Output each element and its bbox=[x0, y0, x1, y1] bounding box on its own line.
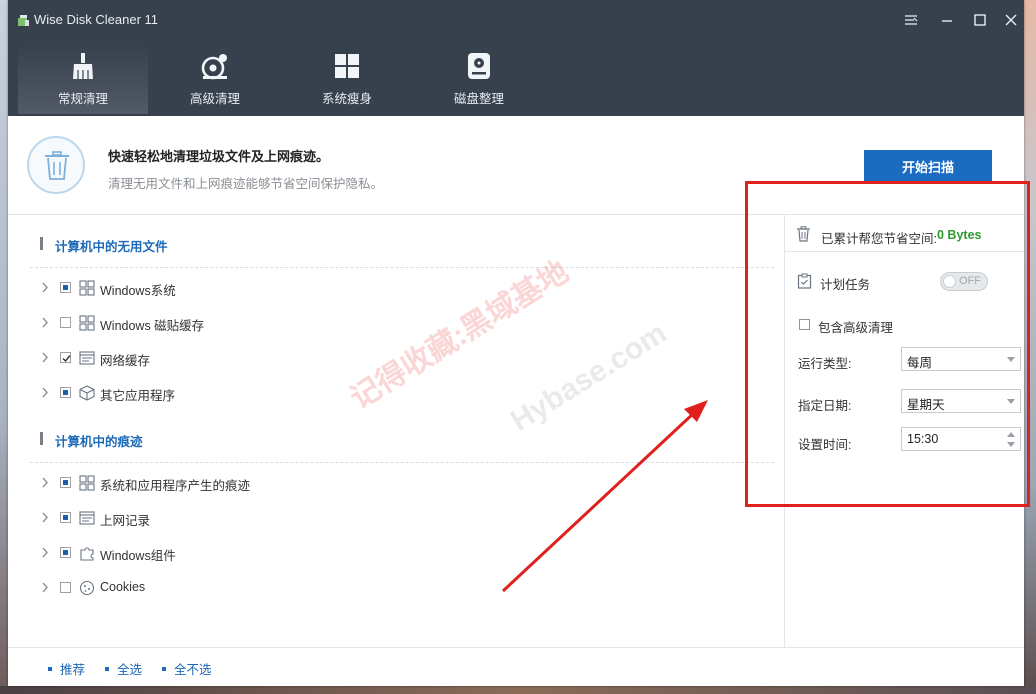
list-item-browsing-history[interactable]: 上网记录 bbox=[38, 507, 638, 529]
item-label: Windows 磁贴缓存 bbox=[100, 319, 205, 333]
item-label: 上网记录 bbox=[100, 514, 151, 528]
section-divider bbox=[30, 462, 774, 463]
list-item-windows-components[interactable]: Windows组件 bbox=[38, 542, 638, 564]
tab-advanced-clean[interactable]: 高级清理 bbox=[150, 44, 280, 114]
desktop-background-bottom bbox=[0, 686, 1036, 694]
item-checkbox[interactable] bbox=[60, 512, 71, 523]
item-label: Windows组件 bbox=[100, 549, 176, 563]
title-bar: Wise Disk Cleaner 11 常规清理 高级清理 系统瘦身 磁盘整理 bbox=[8, 0, 1024, 116]
maximize-icon bbox=[974, 14, 986, 26]
section-title-traces: 计算机中的痕迹 bbox=[55, 435, 143, 449]
chevron-right-icon[interactable] bbox=[41, 582, 49, 593]
windows-tiles-icon bbox=[79, 475, 95, 491]
app-title: Wise Disk Cleaner 11 bbox=[34, 12, 159, 27]
item-label: 网络缓存 bbox=[100, 354, 151, 368]
chevron-right-icon[interactable] bbox=[41, 547, 49, 558]
annotation-highlight-box bbox=[745, 181, 1030, 507]
windows-tiles-icon bbox=[79, 280, 95, 296]
item-checkbox[interactable] bbox=[60, 477, 71, 488]
package-box-icon bbox=[79, 385, 95, 401]
section-divider bbox=[30, 267, 774, 268]
header-title: 快速轻松地清理垃圾文件及上网痕迹。 bbox=[108, 149, 330, 164]
chevron-right-icon[interactable] bbox=[41, 317, 49, 328]
item-checkbox[interactable] bbox=[60, 317, 71, 328]
close-button[interactable] bbox=[998, 8, 1024, 32]
list-item-web-cache[interactable]: 网络缓存 bbox=[38, 347, 638, 369]
select-none-link[interactable]: 全不选 bbox=[162, 659, 212, 678]
item-checkbox[interactable] bbox=[60, 352, 71, 363]
item-checkbox[interactable] bbox=[60, 547, 71, 558]
tab-label: 磁盘整理 bbox=[453, 92, 504, 106]
close-icon bbox=[1005, 14, 1017, 26]
start-scan-button[interactable]: 开始扫描 bbox=[864, 150, 992, 182]
minimize-icon bbox=[942, 20, 952, 22]
tab-label: 高级清理 bbox=[189, 92, 240, 106]
minimize-button[interactable] bbox=[934, 8, 960, 32]
item-label: Cookies bbox=[100, 580, 146, 594]
item-label: Windows系统 bbox=[100, 284, 176, 298]
tab-defrag[interactable]: 磁盘整理 bbox=[414, 44, 544, 114]
select-all-link-label: 全选 bbox=[117, 663, 143, 677]
tab-label: 常规清理 bbox=[57, 92, 108, 106]
trash-icon bbox=[45, 151, 69, 180]
item-label: 系统和应用程序产生的痕迹 bbox=[100, 479, 251, 493]
tab-label: 系统瘦身 bbox=[321, 92, 372, 106]
footer-bar: 推荐 全选 全不选 bbox=[8, 647, 1024, 686]
checkmark-icon bbox=[62, 355, 71, 363]
trash-badge bbox=[27, 136, 85, 194]
tab-system-slim[interactable]: 系统瘦身 bbox=[282, 44, 412, 114]
select-all-link[interactable]: 全选 bbox=[105, 659, 142, 678]
item-label: 其它应用程序 bbox=[100, 389, 176, 403]
list-item-tile-cache[interactable]: Windows 磁贴缓存 bbox=[38, 312, 638, 334]
chevron-right-icon[interactable] bbox=[41, 512, 49, 523]
broom-icon bbox=[73, 53, 93, 79]
chevron-right-icon[interactable] bbox=[41, 282, 49, 293]
disk-drive-icon bbox=[468, 53, 490, 79]
select-none-link-label: 全不选 bbox=[174, 663, 212, 677]
advanced-clean-icon bbox=[201, 54, 227, 80]
item-checkbox[interactable] bbox=[60, 582, 71, 593]
browser-window-icon bbox=[79, 351, 95, 365]
section-title-junk: 计算机中的无用文件 bbox=[55, 240, 168, 254]
list-item-cookies[interactable]: Cookies bbox=[38, 577, 638, 599]
chevron-right-icon[interactable] bbox=[41, 387, 49, 398]
chevron-right-icon[interactable] bbox=[41, 477, 49, 488]
puzzle-piece-icon bbox=[80, 547, 94, 561]
windows-tiles-icon bbox=[79, 315, 95, 331]
recommend-link-label: 推荐 bbox=[60, 663, 86, 677]
clean-item-list: 计算机中的无用文件 Windows系统 Windows 磁贴缓存 网络缓存 其它… bbox=[8, 215, 784, 647]
section-marker bbox=[40, 432, 43, 445]
menu-icon bbox=[905, 15, 918, 25]
maximize-button[interactable] bbox=[967, 8, 993, 32]
list-item-system-traces[interactable]: 系统和应用程序产生的痕迹 bbox=[38, 472, 638, 494]
section-marker bbox=[40, 237, 43, 250]
recommend-link[interactable]: 推荐 bbox=[48, 659, 85, 678]
tab-regular-clean[interactable]: 常规清理 bbox=[18, 44, 148, 114]
cookie-icon bbox=[79, 580, 95, 596]
windows-logo-icon bbox=[335, 54, 359, 78]
item-checkbox[interactable] bbox=[60, 387, 71, 398]
chevron-right-icon[interactable] bbox=[41, 352, 49, 363]
browser-window-icon bbox=[79, 511, 95, 525]
header-subtitle: 清理无用文件和上网痕迹能够节省空间保护隐私。 bbox=[108, 177, 384, 191]
menu-button[interactable] bbox=[898, 8, 924, 32]
app-logo-icon bbox=[18, 15, 29, 26]
item-checkbox[interactable] bbox=[60, 282, 71, 293]
